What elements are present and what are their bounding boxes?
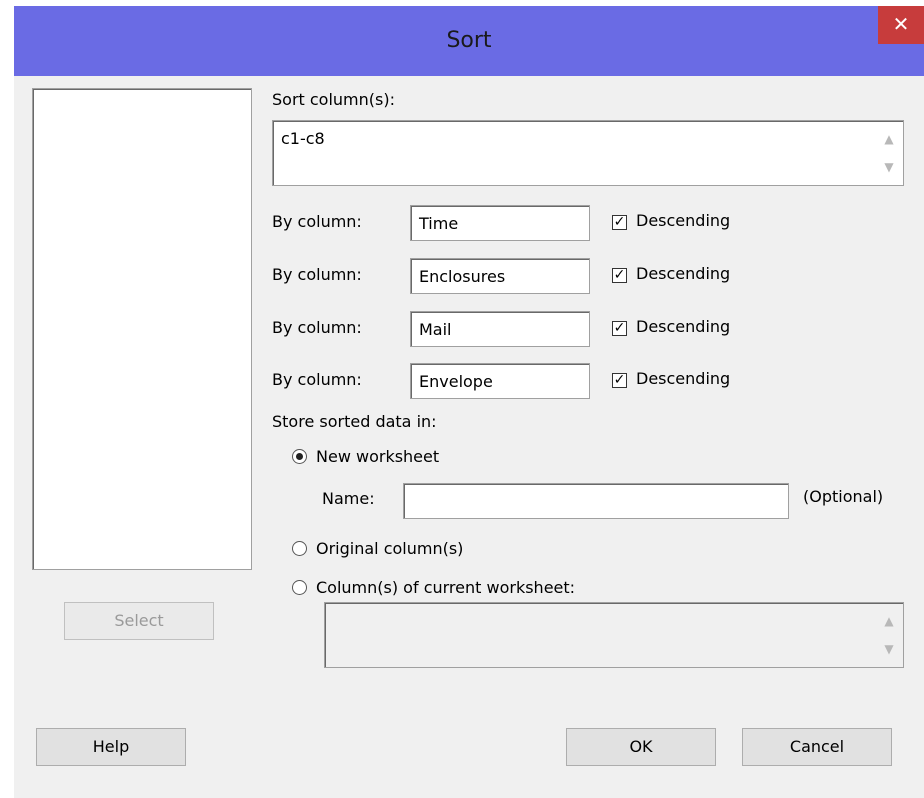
sort-columns-value: c1-c8 xyxy=(281,129,325,148)
radio-selected-dot xyxy=(296,453,303,460)
descending-checkbox-4[interactable]: ✓ xyxy=(612,373,627,388)
sort-columns-field[interactable]: c1-c8 ▲ ▼ xyxy=(272,120,904,186)
by-column-label-4: By column: xyxy=(272,370,362,389)
scroll-down-icon[interactable]: ▼ xyxy=(881,641,897,657)
original-columns-radio[interactable] xyxy=(292,541,307,556)
close-icon: ✕ xyxy=(892,12,910,36)
select-button[interactable]: Select xyxy=(64,602,214,640)
by-column-field-3[interactable]: Mail xyxy=(410,311,590,347)
descending-checkbox-3[interactable]: ✓ xyxy=(612,321,627,336)
check-icon: ✓ xyxy=(613,214,626,230)
new-worksheet-radio[interactable] xyxy=(292,449,307,464)
by-column-label-1: By column: xyxy=(272,212,362,231)
scroll-up-icon[interactable]: ▲ xyxy=(881,613,897,629)
worksheet-name-input[interactable] xyxy=(403,483,789,519)
by-column-field-1[interactable]: Time xyxy=(410,205,590,241)
column-listbox[interactable] xyxy=(32,88,252,570)
current-worksheet-label: Column(s) of current worksheet: xyxy=(316,578,576,597)
original-columns-label: Original column(s) xyxy=(316,539,464,558)
by-column-label-2: By column: xyxy=(272,265,362,284)
current-worksheet-radio[interactable] xyxy=(292,580,307,595)
help-button[interactable]: Help xyxy=(36,728,186,766)
descending-label-1: Descending xyxy=(636,211,731,230)
check-icon: ✓ xyxy=(613,267,626,283)
scroll-down-icon[interactable]: ▼ xyxy=(881,159,897,175)
by-column-label-3: By column: xyxy=(272,318,362,337)
by-column-field-4[interactable]: Envelope xyxy=(410,363,590,399)
title-bar[interactable]: Sort ✕ xyxy=(14,6,924,76)
close-button[interactable]: ✕ xyxy=(878,6,924,44)
descending-checkbox-2[interactable]: ✓ xyxy=(612,268,627,283)
name-label: Name: xyxy=(322,489,375,508)
ok-button[interactable]: OK xyxy=(566,728,716,766)
dialog-title: Sort xyxy=(446,28,492,53)
cancel-button[interactable]: Cancel xyxy=(742,728,892,766)
current-worksheet-columns-field[interactable]: ▲ ▼ xyxy=(324,602,904,668)
store-sorted-label: Store sorted data in: xyxy=(272,412,437,431)
descending-checkbox-1[interactable]: ✓ xyxy=(612,215,627,230)
sort-columns-label: Sort column(s): xyxy=(272,90,395,109)
scroll-up-icon[interactable]: ▲ xyxy=(881,131,897,147)
check-icon: ✓ xyxy=(613,372,626,388)
by-column-field-2[interactable]: Enclosures xyxy=(410,258,590,294)
check-icon: ✓ xyxy=(613,320,626,336)
sort-dialog: Sort ✕ Select Sort column(s): c1-c8 ▲ ▼ … xyxy=(14,6,924,798)
descending-label-3: Descending xyxy=(636,317,731,336)
new-worksheet-label: New worksheet xyxy=(316,447,440,466)
optional-label: (Optional) xyxy=(803,487,884,506)
descending-label-2: Descending xyxy=(636,264,731,283)
descending-label-4: Descending xyxy=(636,369,731,388)
